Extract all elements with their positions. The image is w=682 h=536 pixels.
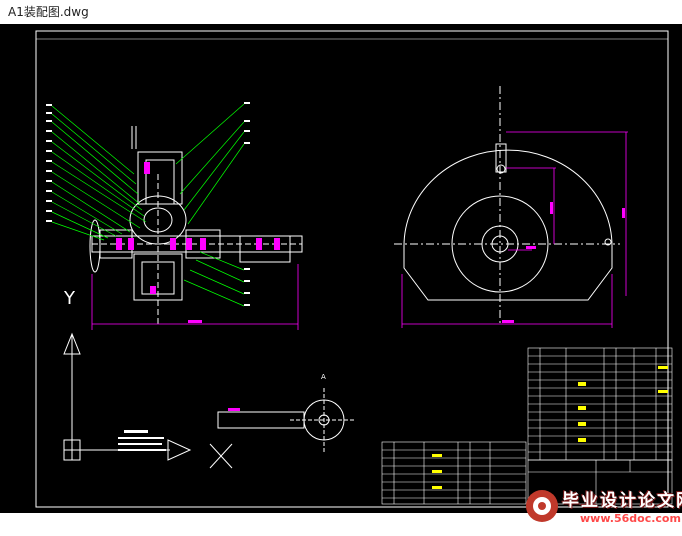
balloon-labels-left — [46, 104, 52, 222]
leader-lines-right — [175, 103, 245, 307]
parts-table-lower-highlights — [432, 454, 442, 489]
parts-table-lower — [381, 441, 527, 505]
watermark-text: 毕业设计论文网 — [562, 491, 682, 511]
parts-table — [527, 347, 673, 461]
drawing-frame — [35, 30, 669, 508]
plan-view — [394, 86, 620, 324]
watermark-logo-icon — [526, 490, 558, 522]
window-title: A1装配图.dwg — [8, 5, 89, 19]
plan-dimension-text — [502, 202, 625, 323]
balloon-labels-right — [244, 102, 250, 306]
ucs-y-label: Y — [64, 288, 75, 309]
section-view — [89, 126, 303, 324]
detail-dimension — [228, 408, 240, 411]
x-marker — [209, 443, 233, 469]
cad-viewport[interactable]: Y A 毕业设计论文网 www.56doc.com — [0, 24, 682, 525]
detail-view-label: A — [321, 373, 326, 381]
ucs-icon — [63, 332, 192, 461]
plan-dimensions — [401, 131, 628, 328]
watermark: 毕业设计论文网 www.56doc.com — [520, 482, 682, 536]
technical-notes — [118, 430, 166, 451]
cad-drawing — [35, 30, 673, 508]
detail-lever — [217, 388, 356, 452]
section-highlights — [116, 162, 280, 294]
window-title-bar: A1装配图.dwg — [0, 0, 682, 24]
dimension-section-width — [91, 264, 299, 330]
watermark-url: www.56doc.com — [580, 512, 681, 525]
